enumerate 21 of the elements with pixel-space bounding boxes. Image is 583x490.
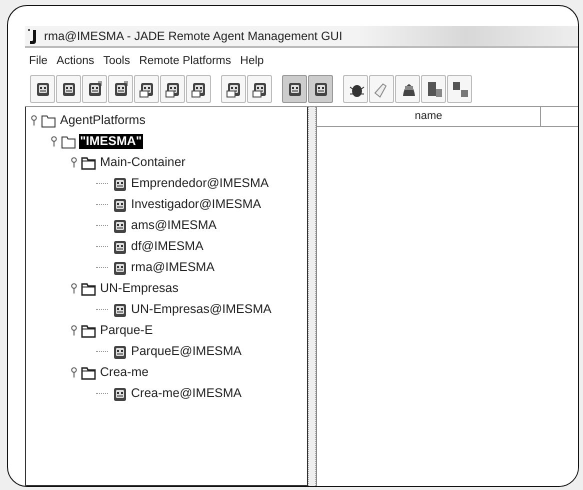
tree-node[interactable]: Crea-me [99,365,150,380]
tree-node[interactable]: "IMESMA" [79,134,143,150]
agent-node[interactable]: Crea-me@IMESMA [130,386,243,402]
window-title: rma@IMESMA - JADE Remote Agent Management GUI [44,28,342,45]
agent-node[interactable]: rma@IMESMA [130,260,216,276]
tree-node[interactable]: Main-Container [99,155,186,170]
agent-node[interactable]: Emprendedor@IMESMA [130,176,270,192]
menu-item[interactable]: Remote Platforms [139,53,232,70]
menu-item[interactable]: File [29,53,48,70]
agent-node[interactable]: Investigador@IMESMA [130,197,262,212]
tree-node[interactable]: UN-Empresas [99,281,180,296]
column-header[interactable]: name [317,107,541,126]
agent-node[interactable]: df@IMESMA [130,239,204,254]
tree-node[interactable]: Parque-E [99,323,154,338]
menu-item[interactable]: Help [240,53,264,70]
tree-node[interactable]: AgentPlatforms [59,113,146,128]
menu-item[interactable]: Tools [103,53,130,70]
agent-node[interactable]: UN-Empresas@IMESMA [130,302,272,318]
agent-node[interactable]: ams@IMESMA [130,218,218,234]
menu-item[interactable]: Actions [56,53,94,70]
agent-node[interactable]: ParqueE@IMESMA [130,344,243,360]
